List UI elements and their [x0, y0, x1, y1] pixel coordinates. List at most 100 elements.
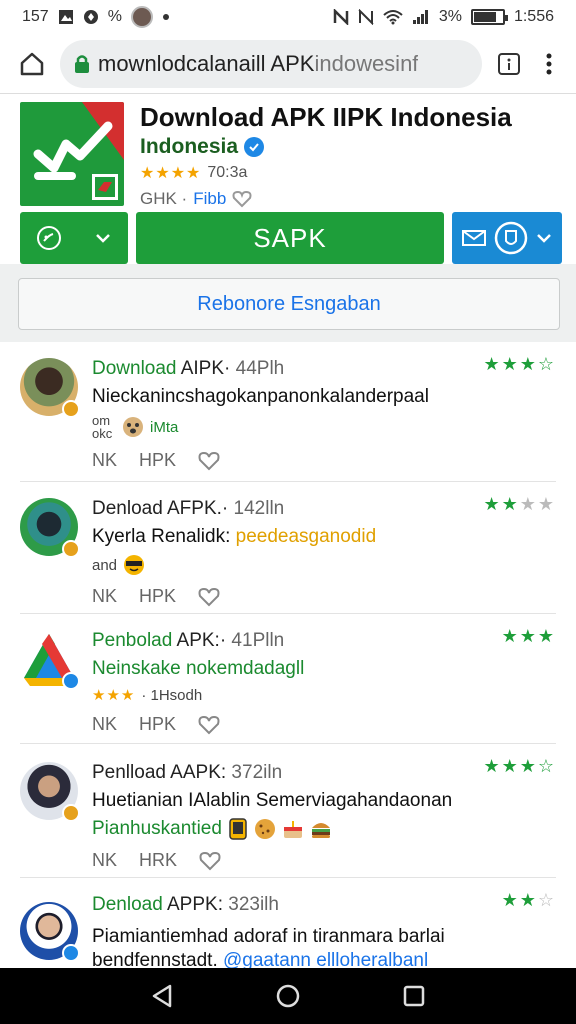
phone-emoji-icon [229, 818, 247, 840]
review-action-2[interactable]: HPK [139, 586, 176, 607]
badge-icon [62, 672, 80, 690]
review-stars: ★★★ [502, 626, 556, 647]
home-nav-icon[interactable] [275, 983, 301, 1009]
badge-icon [62, 540, 80, 558]
heart-icon[interactable] [198, 451, 220, 471]
review-action-1[interactable]: NK [92, 450, 117, 471]
review-meta: 142lln [228, 498, 285, 519]
back-icon[interactable] [150, 983, 174, 1009]
review-action-2[interactable]: HRK [139, 850, 177, 871]
secondary-action-button[interactable]: Rebonore Esngaban [18, 278, 560, 330]
review-head-rest: APK:· [172, 630, 227, 651]
share-dropdown-button[interactable] [452, 212, 562, 264]
review-sub: Pianhuskantied [92, 818, 556, 840]
review-head-rest: AAPK: [165, 762, 227, 783]
dot-icon [162, 13, 170, 21]
review-actions: NK HPK [92, 714, 556, 735]
chevron-down-icon [96, 234, 110, 243]
action-row: SAPK [0, 212, 576, 264]
stars-on: ★★★ [501, 626, 556, 646]
emoji-icon [37, 226, 61, 250]
review-header: Penbolad APK:· 41Plln [92, 630, 556, 652]
review-sub: and [92, 554, 556, 576]
review-body: Denload AFPK.· 142lln Kyerla Renalidk: p… [92, 498, 556, 613]
review-action-1[interactable]: NK [92, 586, 117, 607]
url-main: mownlodcalanaill APK [98, 50, 315, 76]
review-author: Denload [92, 498, 163, 519]
tabs-button[interactable] [492, 47, 526, 81]
more-vert-icon [546, 53, 552, 74]
badge-icon [62, 944, 80, 962]
review-text: Nieckanincshagokanpanonkalanderpaal [92, 386, 429, 407]
review-sub-text: and [92, 556, 118, 574]
status-time-left: 157 [22, 8, 49, 25]
battery-percent: 3% [438, 8, 462, 25]
signal-icon [412, 9, 430, 25]
verified-icon [244, 137, 265, 157]
review-meta: 323ilh [222, 894, 279, 915]
review-item[interactable]: Denload APPK: 323ilh Piamiantiemhad ador… [20, 878, 556, 978]
avatar [20, 762, 80, 822]
url-dim: indowesinf [314, 50, 419, 76]
review-sub: om okc iMta [92, 414, 556, 440]
home-icon [20, 52, 44, 75]
review-item[interactable]: Denload AFPK.· 142lln Kyerla Renalidk: p… [20, 482, 556, 614]
review-action-1[interactable]: NK [92, 850, 117, 871]
nfc-icon [333, 9, 349, 25]
stars-on: ★★ [501, 890, 538, 910]
status-right: 3% 1:556 [333, 8, 554, 26]
overflow-menu-button[interactable] [536, 47, 562, 81]
emoji-icon [123, 417, 143, 437]
review-sub-stars: ★★★ [92, 687, 136, 704]
review-action-1[interactable]: NK [92, 714, 117, 735]
meta-link[interactable]: Fibb [193, 189, 226, 209]
rating-text: 70:3a [207, 164, 248, 181]
options-dropdown-button[interactable] [20, 212, 128, 264]
no-signal-icon [358, 9, 374, 25]
heart-icon[interactable] [232, 190, 252, 208]
review-body: Denload APPK: 323ilh Piamiantiemhad ador… [92, 894, 556, 978]
shield-icon [494, 221, 528, 255]
avatar [20, 498, 80, 558]
review-head-rest: APPK: [162, 894, 223, 915]
recents-icon[interactable] [402, 984, 426, 1008]
stars-off-2: ★ [537, 494, 556, 514]
wifi-icon [383, 9, 403, 25]
review-text: Kyerla Renalidk: peedeasganodid [92, 526, 556, 548]
review-actions: NK HPK [92, 586, 556, 607]
review-text: Huetianian IAlablin Semerviagahandaonan [92, 790, 453, 811]
download-apk-button[interactable]: SAPK [136, 212, 444, 264]
heart-icon[interactable] [199, 851, 221, 871]
photo-icon [58, 9, 74, 25]
stars-off: ★ [519, 494, 538, 514]
review-item[interactable]: Penbolad APK:· 41Plln Neinskake nokemdad… [20, 614, 556, 744]
address-bar[interactable]: mownlodcalanaill APKindowesinf [60, 39, 482, 88]
browser-toolbar: mownlodcalanaill APKindowesinf [0, 34, 576, 94]
stars-off: ☆ [537, 354, 556, 374]
review-actions: NK HRK [92, 850, 556, 871]
status-avatar-icon [130, 6, 153, 28]
heart-icon[interactable] [198, 715, 220, 735]
tab-switcher-icon [498, 52, 520, 75]
review-text-main: Kyerla Renalidk: [92, 526, 231, 547]
meta-row: GHK · Fibb [140, 189, 556, 209]
status-left: 157 % [22, 6, 170, 28]
review-item[interactable]: Penlload AAPK: 372iln Huetianian IAlabli… [20, 744, 556, 878]
status-bar: 157 % 3% 1:556 [0, 0, 576, 34]
url-text: mownlodcalanaill APKindowesinf [98, 51, 418, 77]
home-button[interactable] [14, 46, 50, 82]
developer-row[interactable]: Indonesia [140, 135, 556, 159]
heart-icon[interactable] [198, 587, 220, 607]
review-body: Penbolad APK:· 41Plln Neinskake nokemdad… [92, 630, 556, 743]
status-percent-left: % [107, 8, 122, 25]
review-item[interactable]: Download AIPK· 44Plh Nieckanincshagokanp… [20, 342, 556, 482]
review-meta: 372iln [226, 762, 283, 783]
lock-icon [75, 54, 89, 73]
review-action-2[interactable]: HPK [139, 450, 176, 471]
review-action-2[interactable]: HPK [139, 714, 176, 735]
review-body: Penlload AAPK: 372iln Huetianian IAlabli… [92, 762, 556, 877]
review-head-rest: AIPK· [176, 358, 231, 379]
review-stars: ★★☆ [502, 890, 556, 911]
sunglasses-emoji-icon [124, 555, 145, 575]
review-list: Download AIPK· 44Plh Nieckanincshagokanp… [0, 342, 576, 978]
